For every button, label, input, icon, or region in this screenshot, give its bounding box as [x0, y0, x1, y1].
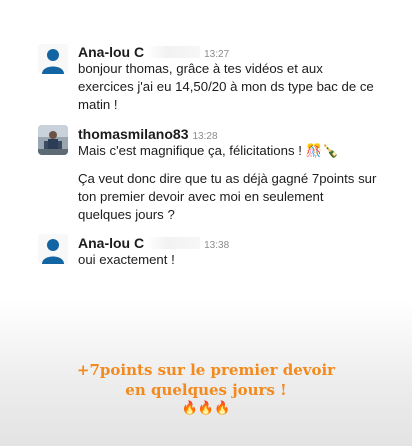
redacted-name-block [146, 237, 201, 249]
message-body: bonjour thomas, grâce à tes vidéos et au… [78, 60, 378, 114]
message-text: bonjour thomas, grâce à tes vidéos et au… [78, 61, 374, 112]
message-body: Mais c'est magnifique ça, félicitations … [78, 142, 378, 224]
person-avatar-icon[interactable] [38, 44, 68, 74]
author-name[interactable]: Ana-lou C [78, 235, 144, 251]
message-body: oui exactement ! [78, 251, 378, 269]
redacted-name-block [146, 46, 201, 58]
user-photo-avatar[interactable] [38, 125, 68, 155]
person-avatar-icon[interactable] [38, 234, 68, 264]
caption-line-1: +7points sur le premier devoir [76, 361, 336, 379]
timestamp[interactable]: 13:27 [204, 49, 229, 60]
fire-icon: 🔥🔥🔥 [181, 401, 231, 416]
author-name[interactable]: Ana-lou C [78, 44, 144, 60]
message-text: Ça veut donc dire que tu as déjà gagné 7… [78, 171, 377, 222]
timestamp[interactable]: 13:38 [204, 240, 229, 251]
message-text: oui exactement ! [78, 252, 175, 267]
timestamp[interactable]: 13:28 [192, 131, 217, 142]
message-text: Mais c'est magnifique ça, félicitations … [78, 143, 339, 158]
caption-line-2: en quelques jours ! [125, 381, 287, 399]
promo-caption: +7points sur le premier devoir en quelqu… [0, 360, 412, 418]
author-name[interactable]: thomasmilano83 [78, 126, 188, 142]
